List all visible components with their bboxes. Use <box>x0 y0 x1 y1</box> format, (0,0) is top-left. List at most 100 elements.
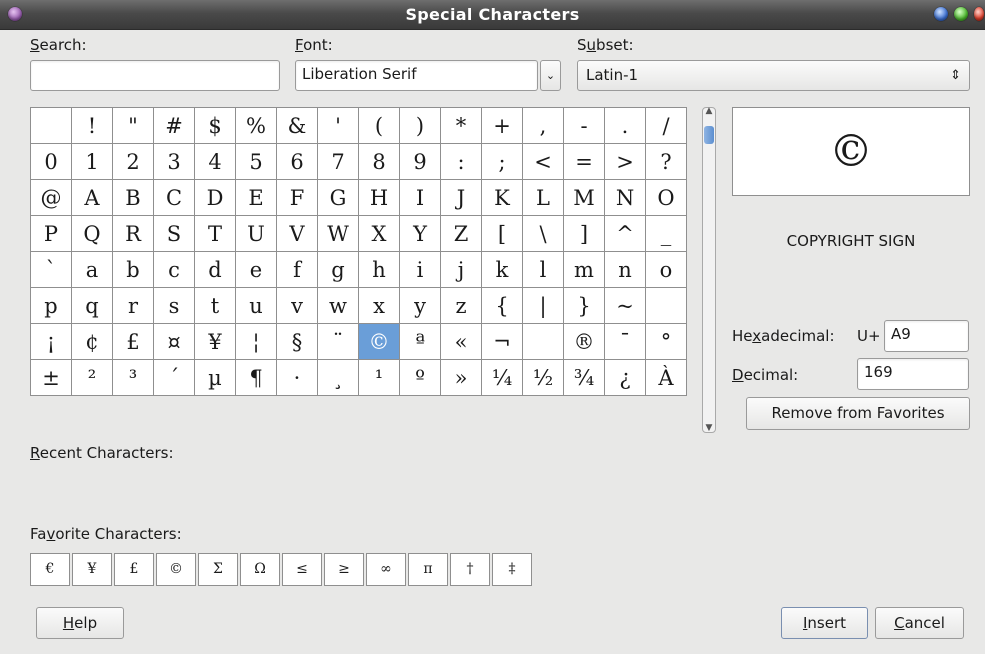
character-cell[interactable]: u <box>235 287 277 324</box>
favorite-character-cell[interactable]: ∞ <box>366 553 406 586</box>
character-cell[interactable]: } <box>563 287 605 324</box>
character-cell[interactable]: ² <box>71 359 113 396</box>
scroll-up-icon[interactable]: ▲ <box>703 106 715 116</box>
character-cell[interactable]: I <box>399 179 441 216</box>
character-cell[interactable]: ¢ <box>71 323 113 360</box>
character-cell[interactable]: G <box>317 179 359 216</box>
character-cell[interactable]: ` <box>30 251 72 288</box>
character-cell[interactable]: * <box>440 107 482 144</box>
decimal-input[interactable]: 169 <box>857 358 969 390</box>
character-cell[interactable]: _ <box>645 215 687 252</box>
character-cell[interactable] <box>30 107 72 144</box>
character-cell[interactable]: / <box>645 107 687 144</box>
character-cell[interactable]: O <box>645 179 687 216</box>
character-cell[interactable]: g <box>317 251 359 288</box>
character-cell[interactable]: 0 <box>30 143 72 180</box>
character-cell[interactable]: , <box>522 107 564 144</box>
hexadecimal-input[interactable]: A9 <box>884 320 969 352</box>
help-button[interactable]: Help <box>36 607 124 639</box>
character-cell[interactable]: ~ <box>604 287 646 324</box>
character-cell[interactable]: 7 <box>317 143 359 180</box>
character-cell[interactable]: m <box>563 251 605 288</box>
character-cell[interactable]: Q <box>71 215 113 252</box>
character-cell[interactable]: r <box>112 287 154 324</box>
character-cell[interactable]: ® <box>563 323 605 360</box>
character-cell[interactable]: ¶ <box>235 359 277 396</box>
character-cell[interactable]: J <box>440 179 482 216</box>
character-cell[interactable]: À <box>645 359 687 396</box>
favorite-character-cell[interactable]: ≥ <box>324 553 364 586</box>
favorite-character-cell[interactable]: π <box>408 553 448 586</box>
character-cell[interactable]: 6 <box>276 143 318 180</box>
character-cell[interactable]: < <box>522 143 564 180</box>
character-cell[interactable]: . <box>604 107 646 144</box>
character-cell[interactable]: ] <box>563 215 605 252</box>
character-cell[interactable]: ¦ <box>235 323 277 360</box>
character-cell[interactable]: » <box>440 359 482 396</box>
character-cell[interactable]: 5 <box>235 143 277 180</box>
character-cell[interactable]: M <box>563 179 605 216</box>
character-cell[interactable]: P <box>30 215 72 252</box>
character-cell[interactable]: T <box>194 215 236 252</box>
favorite-character-cell[interactable]: Σ <box>198 553 238 586</box>
character-cell[interactable]: p <box>30 287 72 324</box>
subset-select[interactable]: Latin-1 ⇕ <box>577 60 970 91</box>
character-cell[interactable]: ´ <box>153 359 195 396</box>
character-cell[interactable]: F <box>276 179 318 216</box>
character-cell[interactable]: S <box>153 215 195 252</box>
character-cell[interactable]: D <box>194 179 236 216</box>
minimize-icon[interactable] <box>934 7 948 21</box>
font-combo-input[interactable]: Liberation Serif <box>295 60 538 91</box>
character-cell[interactable]: k <box>481 251 523 288</box>
character-cell[interactable]: q <box>71 287 113 324</box>
character-cell[interactable]: U <box>235 215 277 252</box>
character-cell[interactable]: « <box>440 323 482 360</box>
search-input[interactable] <box>30 60 280 91</box>
character-cell[interactable]: ^ <box>604 215 646 252</box>
character-cell[interactable]: y <box>399 287 441 324</box>
character-cell[interactable]: E <box>235 179 277 216</box>
character-cell[interactable]: H <box>358 179 400 216</box>
character-cell[interactable]: § <box>276 323 318 360</box>
favorite-character-cell[interactable]: € <box>30 553 70 586</box>
character-cell[interactable]: $ <box>194 107 236 144</box>
character-cell[interactable]: : <box>440 143 482 180</box>
character-cell[interactable]: a <box>71 251 113 288</box>
character-cell[interactable]: l <box>522 251 564 288</box>
favorite-character-cell[interactable]: ¥ <box>72 553 112 586</box>
character-cell[interactable]: ª <box>399 323 441 360</box>
character-cell[interactable]: W <box>317 215 359 252</box>
character-cell[interactable]: % <box>235 107 277 144</box>
character-cell[interactable]: 9 <box>399 143 441 180</box>
favorite-character-cell[interactable]: Ω <box>240 553 280 586</box>
character-cell[interactable]: b <box>112 251 154 288</box>
character-cell[interactable]: - <box>563 107 605 144</box>
character-cell[interactable]: ( <box>358 107 400 144</box>
favorite-character-cell[interactable]: © <box>156 553 196 586</box>
cancel-button[interactable]: Cancel <box>875 607 964 639</box>
character-cell[interactable]: £ <box>112 323 154 360</box>
character-cell[interactable]: ¾ <box>563 359 605 396</box>
remove-from-favorites-button[interactable]: Remove from Favorites <box>746 397 970 430</box>
character-cell[interactable]: ¯ <box>604 323 646 360</box>
character-cell[interactable]: = <box>563 143 605 180</box>
character-cell[interactable]: s <box>153 287 195 324</box>
character-cell[interactable]: 3 <box>153 143 195 180</box>
character-cell[interactable]: z <box>440 287 482 324</box>
character-cell[interactable]: ¡ <box>30 323 72 360</box>
character-cell[interactable]: 4 <box>194 143 236 180</box>
character-cell[interactable]: | <box>522 287 564 324</box>
character-cell[interactable]: N <box>604 179 646 216</box>
character-cell[interactable]: ³ <box>112 359 154 396</box>
character-cell[interactable]: + <box>481 107 523 144</box>
character-cell[interactable]: V <box>276 215 318 252</box>
character-cell[interactable]: º <box>399 359 441 396</box>
character-cell[interactable]: X <box>358 215 400 252</box>
character-cell[interactable]: R <box>112 215 154 252</box>
character-cell[interactable]: ¿ <box>604 359 646 396</box>
character-cell[interactable]: ¹ <box>358 359 400 396</box>
character-cell[interactable]: K <box>481 179 523 216</box>
character-cell[interactable]: L <box>522 179 564 216</box>
character-cell[interactable]: { <box>481 287 523 324</box>
character-cell[interactable]: x <box>358 287 400 324</box>
